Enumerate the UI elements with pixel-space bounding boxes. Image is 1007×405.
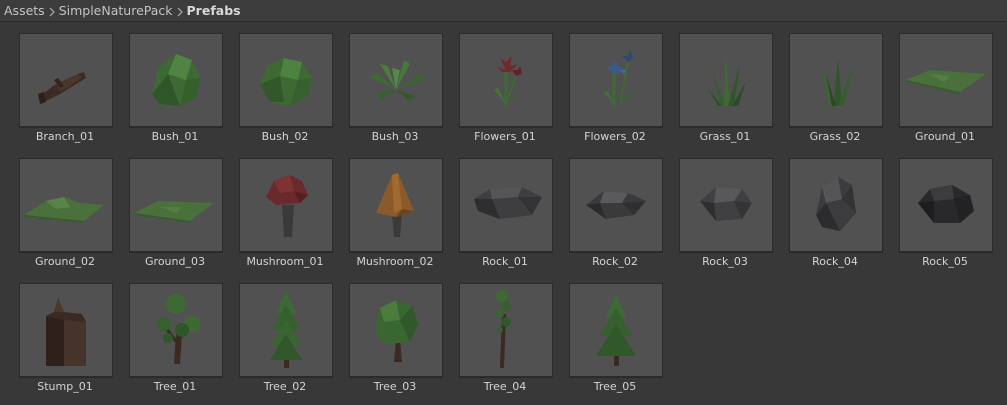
breadcrumb: Assets SimpleNaturePack Prefabs [0,0,1007,22]
rock-icon [679,158,773,252]
breadcrumb-prefabs[interactable]: Prefabs [187,3,241,18]
asset-tile-rock-05[interactable]: Rock_05 [893,148,1003,268]
asset-tile-branch-01[interactable]: Branch_01 [13,23,123,143]
round-tree-icon [349,283,443,377]
asset-label: Rock_04 [812,255,858,268]
asset-label: Ground_03 [145,255,205,268]
asset-label: Grass_02 [809,130,861,143]
asset-label: Mushroom_01 [246,255,324,268]
stump-icon [19,283,113,377]
asset-label: Rock_02 [592,255,638,268]
asset-label: Tree_05 [593,380,637,393]
asset-tile-grass-01[interactable]: Grass_01 [673,23,783,143]
asset-tile-tree-03[interactable]: Tree_03 [343,273,453,393]
asset-grid: Branch_01 Bush_01 Bush_02 Bush_03 Flower… [0,23,1007,405]
asset-tile-flowers-01[interactable]: Flowers_01 [453,23,563,143]
asset-label: Rock_01 [482,255,528,268]
flat-rock-icon [569,158,663,252]
asset-label: Rock_03 [702,255,748,268]
asset-tile-bush-02[interactable]: Bush_02 [233,23,343,143]
asset-tile-rock-04[interactable]: Rock_04 [783,148,893,268]
asset-tile-flowers-02[interactable]: Flowers_02 [563,23,673,143]
asset-tile-tree-04[interactable]: Tree_04 [453,273,563,393]
pine-tree-icon [239,283,333,377]
ground-mound-icon [19,158,113,252]
asset-label: Bush_01 [151,130,199,143]
asset-label: Ground_02 [35,255,95,268]
asset-label: Flowers_01 [474,130,536,143]
leafy-bush-icon [349,33,443,127]
asset-tile-stump-01[interactable]: Stump_01 [13,273,123,393]
asset-tile-bush-01[interactable]: Bush_01 [123,23,233,143]
asset-label: Bush_03 [371,130,419,143]
asset-tile-tree-01[interactable]: Tree_01 [123,273,233,393]
tall-rock-icon [789,158,883,252]
asset-tile-grass-02[interactable]: Grass_02 [783,23,893,143]
asset-tile-ground-02[interactable]: Ground_02 [13,148,123,268]
asset-tile-ground-03[interactable]: Ground_03 [123,148,233,268]
asset-label: Grass_01 [699,130,751,143]
branch-icon [19,33,113,127]
pine-tree-icon [569,283,663,377]
asset-tile-ground-01[interactable]: Ground_01 [893,23,1003,143]
red-flower-icon [459,33,553,127]
asset-tile-rock-01[interactable]: Rock_01 [453,148,563,268]
tall-thin-tree-icon [459,283,553,377]
asset-label: Tree_02 [263,380,307,393]
asset-label: Tree_03 [373,380,417,393]
asset-label: Rock_05 [922,255,968,268]
asset-label: Tree_01 [153,380,197,393]
asset-label: Ground_01 [915,130,975,143]
bush-icon [239,33,333,127]
dark-rock-icon [899,158,993,252]
red-mushroom-icon [239,158,333,252]
branched-tree-icon [129,283,223,377]
chevron-right-icon [173,3,187,18]
asset-tile-bush-03[interactable]: Bush_03 [343,23,453,143]
blue-flower-icon [569,33,663,127]
grass-icon [789,33,883,127]
asset-label: Flowers_02 [584,130,646,143]
flat-rock-icon [459,158,553,252]
asset-label: Tree_04 [483,380,527,393]
ground-tile-icon [899,33,993,127]
asset-label: Bush_02 [261,130,309,143]
asset-label: Branch_01 [35,130,95,143]
breadcrumb-simplenaturepack[interactable]: SimpleNaturePack [59,3,173,18]
asset-tile-tree-05[interactable]: Tree_05 [563,273,673,393]
ground-tile-icon [129,158,223,252]
grass-icon [679,33,773,127]
asset-tile-rock-02[interactable]: Rock_02 [563,148,673,268]
brown-mushroom-icon [349,158,443,252]
bush-icon [129,33,223,127]
asset-tile-mushroom-02[interactable]: Mushroom_02 [343,148,453,268]
asset-tile-tree-02[interactable]: Tree_02 [233,273,343,393]
breadcrumb-assets[interactable]: Assets [4,3,45,18]
asset-label: Stump_01 [37,380,93,393]
asset-tile-mushroom-01[interactable]: Mushroom_01 [233,148,343,268]
asset-label: Mushroom_02 [356,255,434,268]
asset-tile-rock-03[interactable]: Rock_03 [673,148,783,268]
chevron-right-icon [45,3,59,18]
